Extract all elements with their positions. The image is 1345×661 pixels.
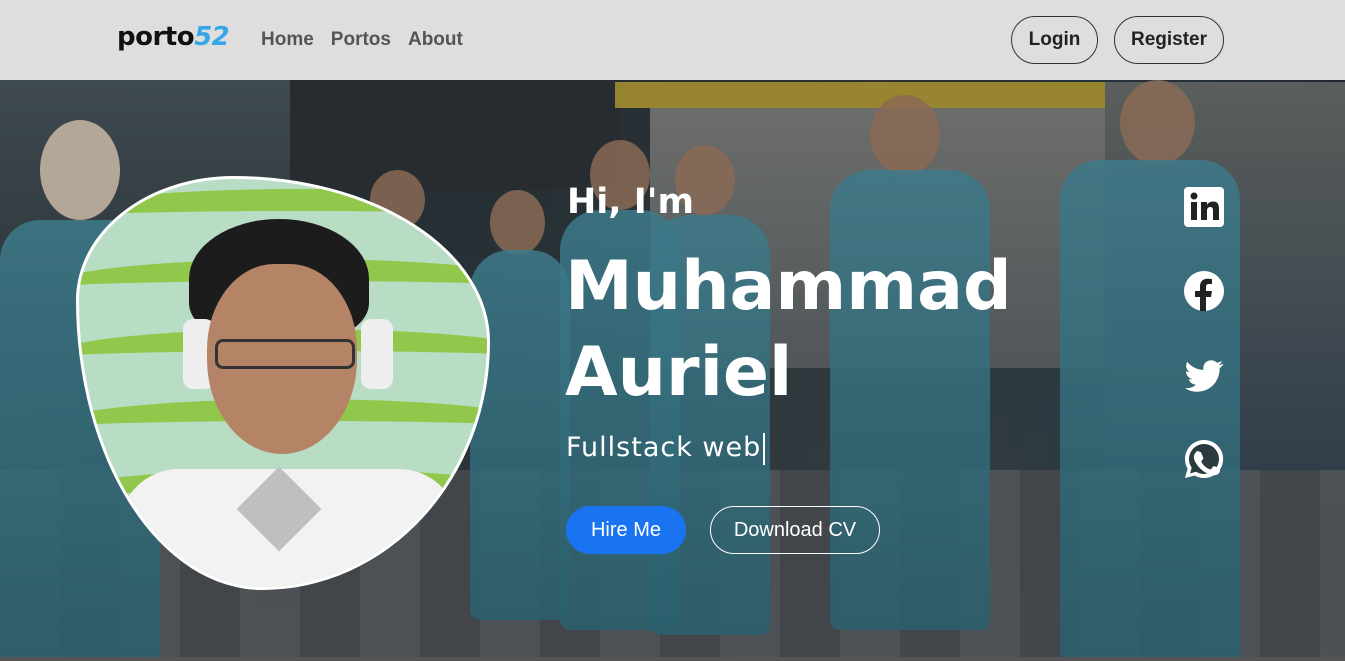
hero-name-last: Auriel — [565, 333, 793, 412]
register-button[interactable]: Register — [1114, 16, 1224, 64]
facebook-icon[interactable] — [1183, 270, 1225, 312]
nav-link-home[interactable]: Home — [261, 29, 314, 51]
typing-cursor — [763, 432, 766, 465]
login-button[interactable]: Login — [1011, 16, 1098, 64]
twitter-icon[interactable] — [1183, 355, 1225, 397]
page-bottom-edge — [0, 657, 1345, 661]
hero-role: Fullstack web — [566, 432, 766, 465]
linkedin-icon[interactable] — [1183, 186, 1225, 228]
navbar: porto52 Home Portos About Login Register — [0, 0, 1345, 80]
whatsapp-icon[interactable] — [1183, 438, 1225, 480]
hero-name-first: Muhammad — [565, 247, 1012, 326]
nav-links: Home Portos About — [261, 29, 463, 51]
hire-me-button[interactable]: Hire Me — [566, 506, 686, 554]
download-cv-button[interactable]: Download CV — [710, 506, 880, 554]
hero-name: Muhammad Auriel — [565, 244, 1085, 416]
hero-greeting: Hi, I'm — [567, 182, 694, 222]
nav-link-about[interactable]: About — [408, 29, 463, 51]
site-logo[interactable]: porto52 — [117, 22, 230, 52]
profile-photo — [76, 176, 490, 590]
hero-role-text: Fullstack web — [566, 432, 762, 463]
nav-link-portos[interactable]: Portos — [331, 29, 391, 51]
